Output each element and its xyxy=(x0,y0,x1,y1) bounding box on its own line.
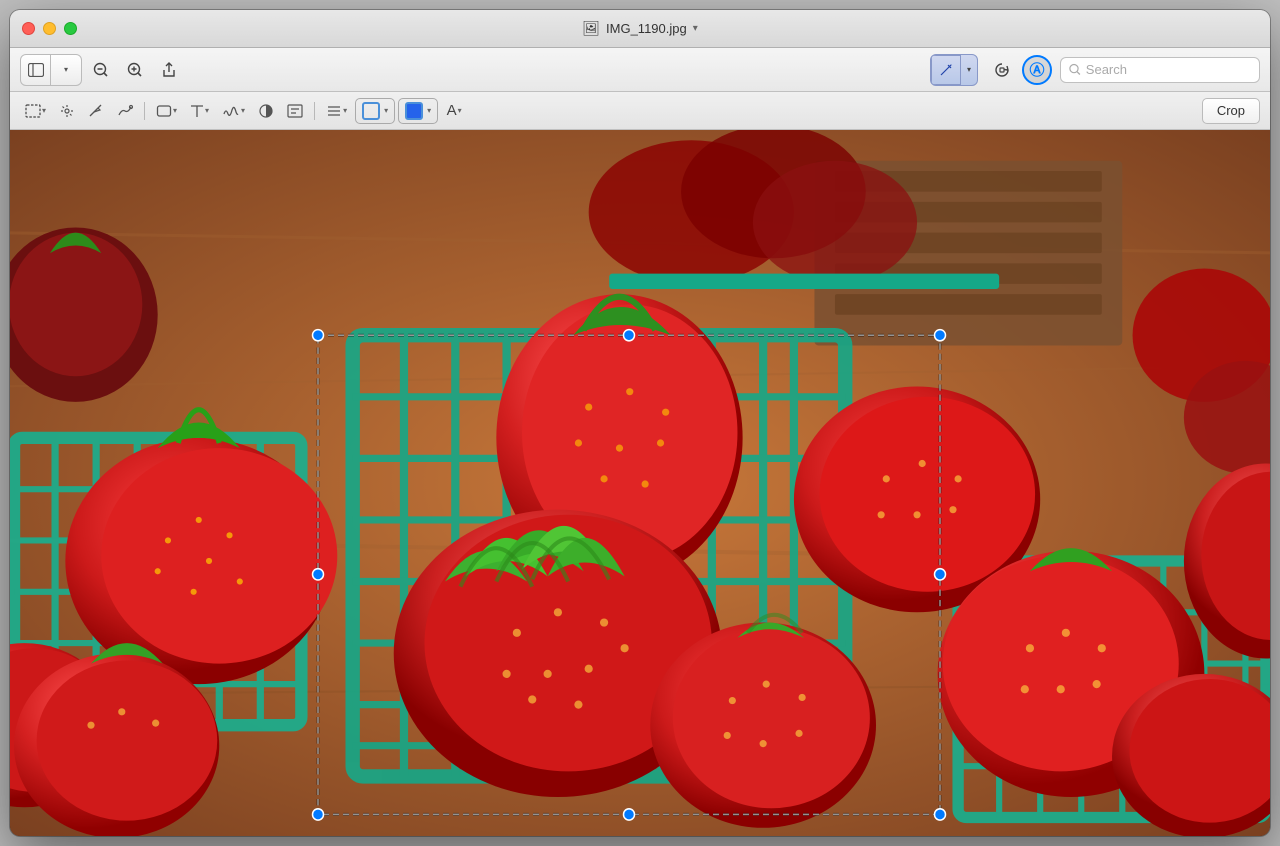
font-button[interactable]: A ▾ xyxy=(441,98,467,124)
align-button[interactable]: ▾ xyxy=(321,98,352,124)
search-icon xyxy=(1069,63,1081,76)
chevron-down-icon: ▾ xyxy=(967,65,971,74)
titlebar: 🖼 IMG_1190.jpg ▾ xyxy=(10,10,1270,48)
chevron-down-icon: ▾ xyxy=(64,65,68,74)
sketch-button[interactable] xyxy=(83,98,109,124)
text-insert-button[interactable]: ▾ xyxy=(185,98,214,124)
pen-tool-group: ▾ xyxy=(930,54,978,86)
search-box xyxy=(1060,57,1260,83)
border-color-swatch xyxy=(362,102,380,120)
shape-dropdown-icon: ▾ xyxy=(173,106,177,115)
annotate-mode-button[interactable]: Ⓐ xyxy=(1022,55,1052,85)
freeform-pen-button[interactable] xyxy=(112,98,138,124)
window-title: IMG_1190.jpg xyxy=(606,21,687,36)
image-canvas-area xyxy=(10,130,1270,836)
shape-button[interactable]: ▾ xyxy=(151,98,182,124)
rotate-button[interactable] xyxy=(986,55,1018,85)
align-dropdown-icon: ▾ xyxy=(343,106,347,115)
fill-color-dropdown-icon: ▾ xyxy=(427,106,431,115)
annotation-toolbar: ▾ xyxy=(10,92,1270,130)
text-dropdown-icon: ▾ xyxy=(205,106,209,115)
share-button[interactable] xyxy=(154,55,184,85)
font-icon: A xyxy=(447,102,457,119)
pen-dropdown[interactable]: ▾ xyxy=(961,55,977,85)
search-input[interactable] xyxy=(1086,62,1251,77)
mask-button[interactable] xyxy=(282,98,308,124)
title-dropdown-icon[interactable]: ▾ xyxy=(693,23,698,34)
crop-button[interactable]: Crop xyxy=(1202,98,1260,124)
window-title-area: 🖼 IMG_1190.jpg ▾ xyxy=(582,20,698,37)
zoom-in-button[interactable] xyxy=(120,55,150,85)
font-dropdown-icon: ▾ xyxy=(458,106,462,115)
magic-wand-button[interactable] xyxy=(54,98,80,124)
title-file-icon: 🖼 xyxy=(582,20,600,37)
toolbar-separator-1 xyxy=(144,102,145,120)
main-window: 🖼 IMG_1190.jpg ▾ ▾ xyxy=(10,10,1270,836)
sidebar-toggle-dropdown[interactable]: ▾ xyxy=(51,55,81,85)
signature-dropdown-icon: ▾ xyxy=(241,106,245,115)
pen-button[interactable] xyxy=(931,55,961,85)
main-toolbar: ▾ xyxy=(10,48,1270,92)
traffic-lights xyxy=(22,22,77,35)
toolbar-separator-2 xyxy=(314,102,315,120)
sidebar-toggle-button[interactable] xyxy=(21,55,51,85)
zoom-out-button[interactable] xyxy=(86,55,116,85)
border-color-dropdown-icon: ▾ xyxy=(384,106,388,115)
adjust-button[interactable] xyxy=(253,98,279,124)
annotate-icon: Ⓐ xyxy=(1030,59,1045,80)
signature-button[interactable]: ▾ xyxy=(217,98,250,124)
photo-content xyxy=(10,130,1270,836)
sidebar-toggle-group: ▾ xyxy=(20,54,82,86)
fill-color-button[interactable]: ▾ xyxy=(398,98,438,124)
border-color-button[interactable]: ▾ xyxy=(355,98,395,124)
rect-select-button[interactable]: ▾ xyxy=(20,98,51,124)
minimize-button[interactable] xyxy=(43,22,56,35)
fill-color-swatch xyxy=(405,102,423,120)
close-button[interactable] xyxy=(22,22,35,35)
maximize-button[interactable] xyxy=(64,22,77,35)
rect-select-dropdown-icon: ▾ xyxy=(42,106,46,115)
